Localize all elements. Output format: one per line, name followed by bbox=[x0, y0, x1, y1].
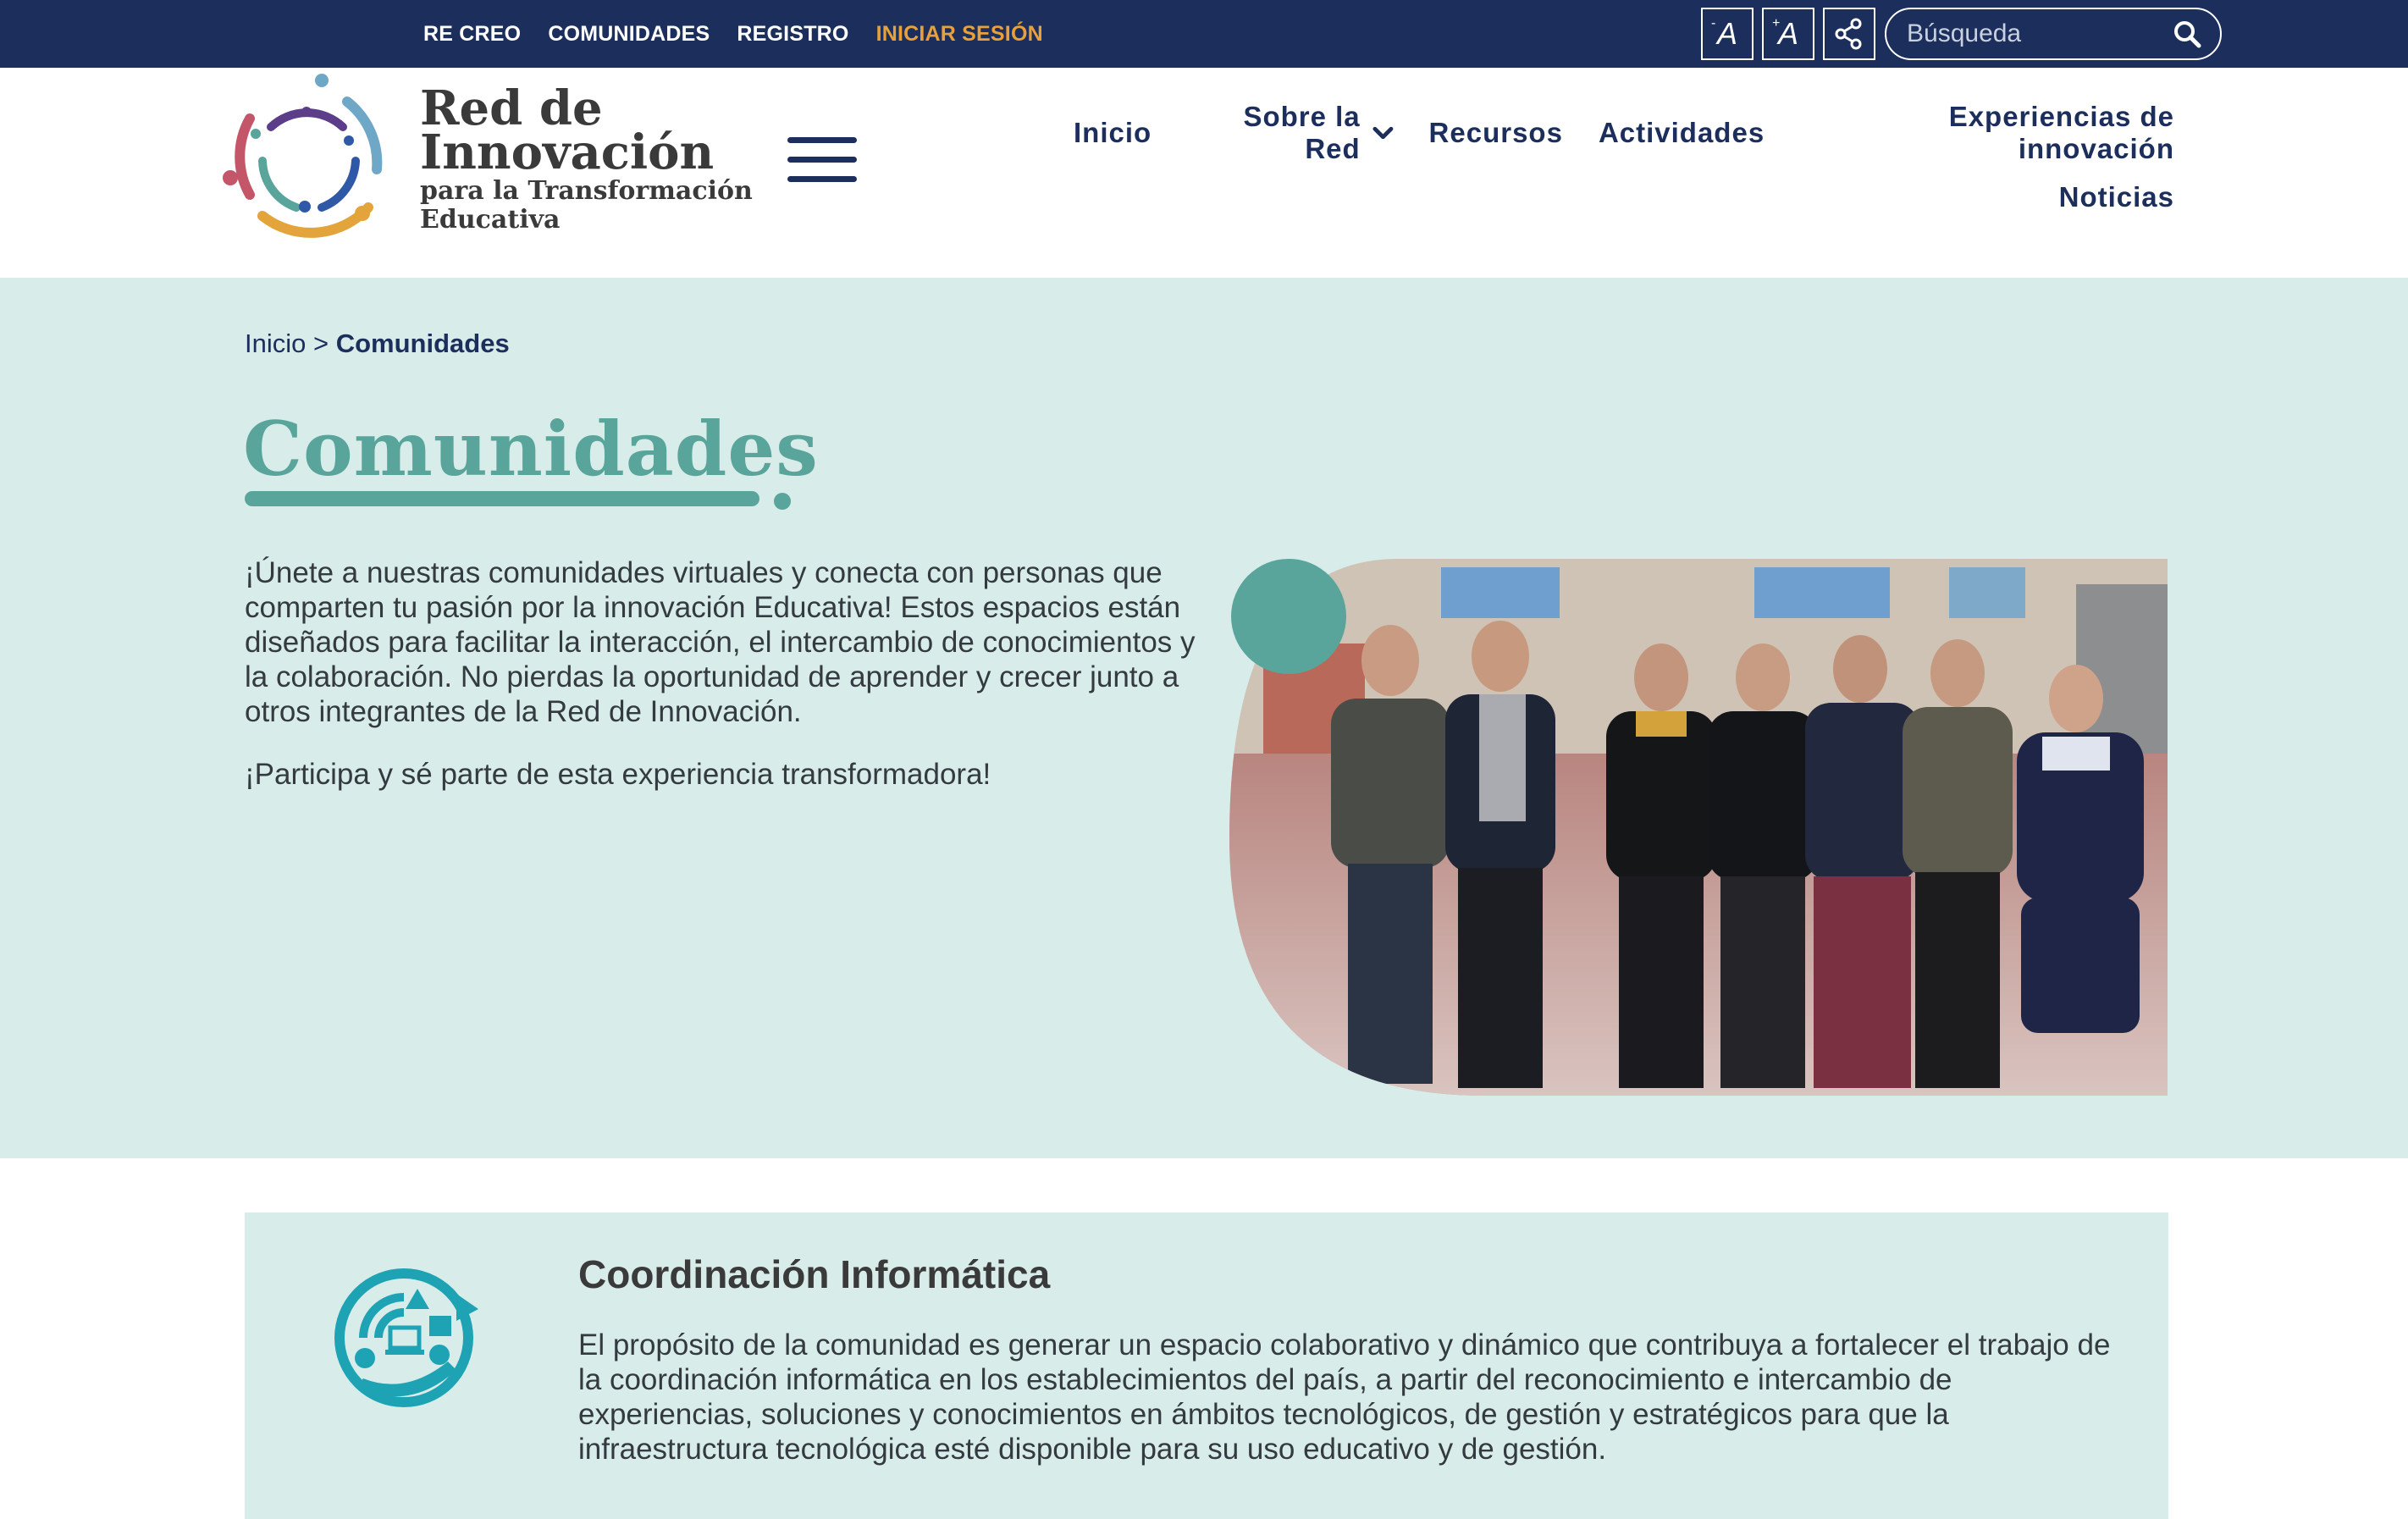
breadcrumb-current: Comunidades bbox=[335, 329, 510, 358]
nav-row-1: Inicio Sobre la Red Recursos Actividades… bbox=[1074, 101, 2174, 164]
main-nav: Inicio Sobre la Red Recursos Actividades… bbox=[1074, 101, 2174, 222]
breadcrumb: Inicio > Comunidades bbox=[245, 329, 510, 359]
logo-line-2: Innovación bbox=[420, 124, 715, 180]
top-link-recreo[interactable]: RE CREO bbox=[423, 22, 521, 47]
intro-paragraph-2: ¡Participa y sé parte de esta experienci… bbox=[245, 758, 991, 791]
increase-font-label: A bbox=[1777, 16, 1798, 51]
share-button[interactable] bbox=[1823, 8, 1875, 60]
nav-item-experiencias[interactable]: Experiencias de innovación bbox=[1800, 101, 2174, 165]
nav-label: Recursos bbox=[1428, 117, 1563, 148]
page-title: Comunidades bbox=[243, 405, 819, 493]
top-links: RE CREO COMUNIDADES REGISTRO INICIAR SES… bbox=[423, 0, 1043, 68]
top-link-iniciar-sesion[interactable]: INICIAR SESIÓN bbox=[876, 22, 1043, 47]
nav-item-actividades[interactable]: Actividades bbox=[1599, 117, 1765, 149]
logo-text: Red de Innovación para la Transformación… bbox=[420, 85, 753, 235]
nav-label: Actividades bbox=[1598, 117, 1765, 148]
community-card[interactable]: Coordinación Informática El propósito de… bbox=[245, 1212, 2168, 1519]
search-box bbox=[1885, 8, 2222, 60]
nav-row-2: Noticias bbox=[1074, 173, 2174, 222]
logo-line-4: Educativa bbox=[420, 205, 561, 235]
share-icon bbox=[1835, 18, 1862, 50]
nav-label: Experiencias de innovación bbox=[1948, 101, 2174, 164]
logo-line-3: para la Transformación bbox=[420, 176, 753, 206]
community-group-photo bbox=[1229, 559, 2168, 1096]
breadcrumb-separator: > bbox=[313, 329, 329, 358]
chevron-down-icon bbox=[1372, 126, 1394, 140]
search-input[interactable] bbox=[1905, 19, 2159, 49]
nav-label: Noticias bbox=[2058, 181, 2174, 213]
title-underline-dot bbox=[774, 493, 791, 510]
decrease-sign: - bbox=[1711, 16, 1716, 30]
nav-item-inicio[interactable]: Inicio bbox=[1074, 117, 1152, 149]
increase-sign: + bbox=[1772, 16, 1781, 30]
top-link-registro[interactable]: REGISTRO bbox=[737, 22, 848, 47]
hamburger-line bbox=[787, 137, 857, 143]
logo-mark-icon bbox=[212, 68, 403, 257]
breadcrumb-home-link[interactable]: Inicio bbox=[245, 329, 306, 358]
menu-toggle-button[interactable] bbox=[787, 137, 857, 185]
title-underline bbox=[245, 491, 759, 506]
intro-paragraph-1: ¡Únete a nuestras comunidades virtuales … bbox=[245, 556, 1196, 728]
community-description: El propósito de la comunidad es generar … bbox=[578, 1328, 2111, 1466]
community-title[interactable]: Coordinación Informática bbox=[578, 1251, 1050, 1297]
it-coordination-icon bbox=[334, 1268, 478, 1407]
nav-item-recursos[interactable]: Recursos bbox=[1429, 117, 1563, 149]
hamburger-line bbox=[787, 176, 857, 182]
nav-label: Sobre la Red bbox=[1243, 101, 1361, 164]
decrease-font-label: A bbox=[1716, 16, 1737, 51]
search-icon[interactable] bbox=[2173, 19, 2201, 48]
nav-item-noticias[interactable]: Noticias bbox=[2059, 181, 2174, 213]
site-header: Red de Innovación para la Transformación… bbox=[0, 68, 2408, 278]
top-link-comunidades[interactable]: COMUNIDADES bbox=[548, 22, 710, 47]
decrease-font-button[interactable]: - A bbox=[1701, 8, 1754, 60]
hero-section: Inicio > Comunidades Comunidades ¡Únete … bbox=[0, 278, 2408, 1158]
increase-font-button[interactable]: + A bbox=[1762, 8, 1814, 60]
top-bar: RE CREO COMUNIDADES REGISTRO INICIAR SES… bbox=[0, 0, 2408, 68]
intro-text: ¡Únete a nuestras comunidades virtuales … bbox=[245, 555, 1201, 820]
hamburger-line bbox=[787, 157, 857, 163]
nav-label: Inicio bbox=[1074, 117, 1152, 148]
site-logo[interactable]: Red de Innovación para la Transformación… bbox=[212, 68, 754, 278]
accessibility-tools: - A + A bbox=[1701, 8, 1875, 60]
nav-item-sobre-la-red[interactable]: Sobre la Red bbox=[1187, 101, 1394, 165]
